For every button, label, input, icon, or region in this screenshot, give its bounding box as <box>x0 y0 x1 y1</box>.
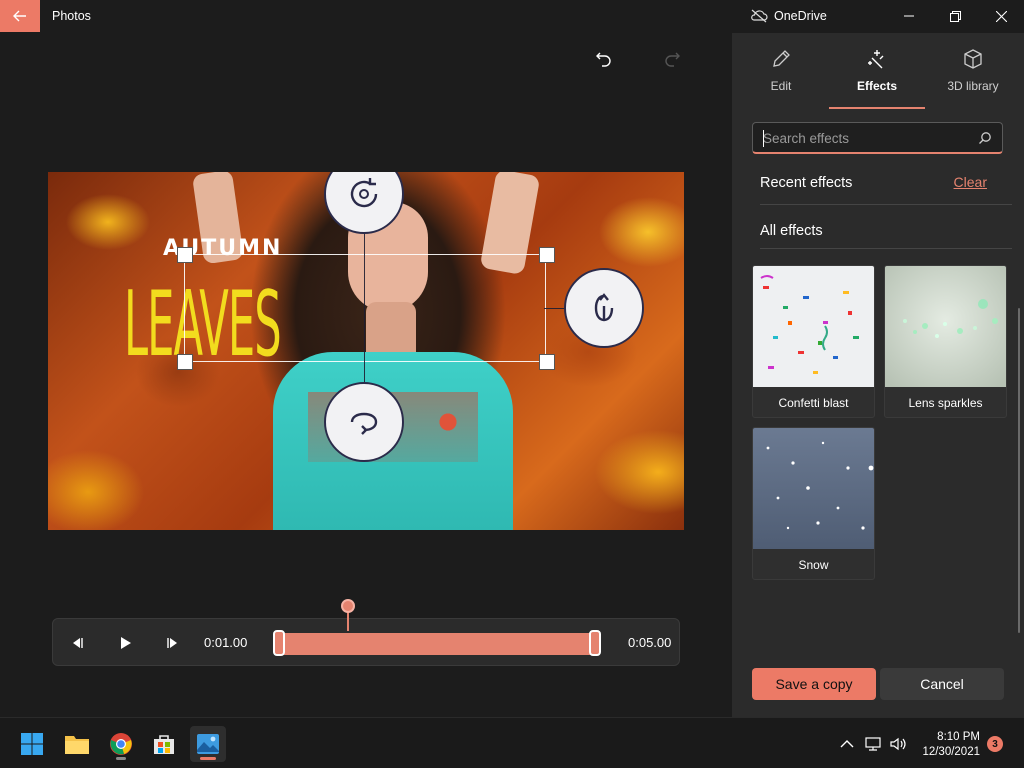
effect-duration-track[interactable] <box>274 633 600 655</box>
title-bar: Photos OneDrive <box>0 0 1024 33</box>
onedrive-status[interactable]: OneDrive <box>750 9 827 23</box>
taskbar-file-explorer[interactable] <box>59 726 95 762</box>
start-icon <box>21 733 43 755</box>
play-icon <box>121 637 131 649</box>
system-clock[interactable]: 8:10 PM 12/30/2021 <box>922 730 980 760</box>
trim-start-handle[interactable] <box>273 630 285 656</box>
volume-icon[interactable] <box>889 735 907 753</box>
minimize-icon <box>904 15 914 17</box>
save-copy-button[interactable]: Save a copy <box>752 668 876 700</box>
lens-sparkles-thumbnail <box>885 266 1006 387</box>
effect-label: Snow <box>798 558 829 572</box>
start-button[interactable] <box>14 726 50 762</box>
resize-handle-top-right[interactable] <box>539 247 555 263</box>
back-arrow-icon <box>13 10 26 22</box>
recent-effects-title: Recent effects <box>760 175 853 191</box>
taskbar-photos[interactable] <box>190 726 226 762</box>
effects-sparkle-icon <box>868 50 884 69</box>
rotate-x-icon <box>350 412 378 435</box>
resize-handle-bottom-right[interactable] <box>539 354 555 370</box>
all-effects-title: All effects <box>760 223 823 239</box>
cloud-off-icon <box>751 9 768 23</box>
playhead[interactable] <box>341 599 355 613</box>
search-input[interactable] <box>763 129 963 147</box>
rotate-y-control[interactable] <box>564 268 644 348</box>
minimize-button[interactable] <box>886 0 932 32</box>
photos-icon <box>197 734 219 754</box>
editing-canvas-area: AUTUMN LEAVES 0:01.00 0:05.00 <box>0 33 732 717</box>
app-title: Photos <box>52 9 91 23</box>
store-icon <box>154 735 174 754</box>
network-icon[interactable] <box>864 735 882 753</box>
end-time: 0:05.00 <box>628 635 672 650</box>
cancel-button[interactable]: Cancel <box>880 668 1004 700</box>
snow-thumbnail <box>753 428 874 549</box>
center-guide-vertical <box>364 232 365 382</box>
search-box[interactable] <box>752 122 1003 154</box>
running-indicator <box>116 757 126 760</box>
effects-panel: Edit Effects 3D library Recent effects C… <box>732 33 1024 717</box>
rotate-x-control[interactable] <box>324 382 404 462</box>
confetti-thumbnail <box>753 266 874 387</box>
trim-end-handle[interactable] <box>589 630 601 656</box>
resize-handle-bottom-left[interactable] <box>177 354 193 370</box>
restore-icon <box>949 10 961 22</box>
rotate-y-icon <box>594 293 614 322</box>
notification-badge[interactable]: 3 <box>987 736 1003 752</box>
clock-date: 12/30/2021 <box>922 746 980 758</box>
tab-3d-library-label: 3D library <box>947 79 999 93</box>
tab-effects[interactable]: Effects <box>832 47 922 107</box>
tab-edit-label: Edit <box>770 79 792 93</box>
cube-icon <box>964 49 982 69</box>
effect-selection-box[interactable] <box>184 254 546 362</box>
previous-frame-button[interactable] <box>65 631 89 655</box>
clock-time: 8:10 PM <box>937 731 980 743</box>
tab-3d-library[interactable]: 3D library <box>928 47 1018 107</box>
chrome-icon <box>110 733 132 755</box>
chevron-up-icon[interactable] <box>838 735 856 753</box>
taskbar-chrome[interactable] <box>103 726 139 762</box>
close-button[interactable] <box>978 0 1024 32</box>
undo-button[interactable] <box>590 45 618 73</box>
redo-button[interactable] <box>658 45 686 73</box>
divider <box>760 204 1012 205</box>
panel-scrollbar[interactable] <box>1018 308 1020 633</box>
effect-label: Lens sparkles <box>908 396 983 410</box>
close-icon <box>995 10 1007 22</box>
next-frame-icon <box>167 638 177 648</box>
restore-button[interactable] <box>932 0 978 32</box>
previous-frame-icon <box>73 638 83 648</box>
divider <box>760 248 1012 249</box>
undo-icon <box>596 52 611 67</box>
onedrive-label: OneDrive <box>774 9 827 23</box>
pencil-icon <box>773 50 790 67</box>
rotate-z-icon <box>350 178 378 208</box>
play-button[interactable] <box>113 631 137 655</box>
resize-handle-top-left[interactable] <box>177 247 193 263</box>
effect-card-lens-sparkles[interactable]: Lens sparkles <box>884 265 1007 418</box>
file-explorer-icon <box>65 736 89 754</box>
taskbar: 8:10 PM 12/30/2021 3 <box>0 717 1024 768</box>
redo-icon <box>665 52 680 67</box>
current-time: 0:01.00 <box>204 635 248 650</box>
tab-edit[interactable]: Edit <box>736 47 826 107</box>
effect-card-confetti-blast[interactable]: Confetti blast <box>752 265 875 418</box>
taskbar-store[interactable] <box>146 726 182 762</box>
next-frame-button[interactable] <box>161 631 185 655</box>
search-icon[interactable] <box>978 131 992 145</box>
active-app-indicator <box>200 757 216 760</box>
active-tab-indicator <box>829 107 925 109</box>
clear-recent-link[interactable]: Clear <box>954 174 987 190</box>
photos-app-window: Photos OneDrive AUTUMN LEAVES 0:01.00 0:… <box>0 0 1024 768</box>
effect-label: Confetti blast <box>778 396 849 410</box>
timeline-bar: 0:01.00 0:05.00 <box>52 599 680 666</box>
effect-card-snow[interactable]: Snow <box>752 427 875 580</box>
text-caret <box>763 130 764 147</box>
tab-effects-label: Effects <box>856 79 897 93</box>
back-button[interactable] <box>0 0 40 32</box>
video-preview[interactable]: AUTUMN LEAVES <box>48 172 684 530</box>
